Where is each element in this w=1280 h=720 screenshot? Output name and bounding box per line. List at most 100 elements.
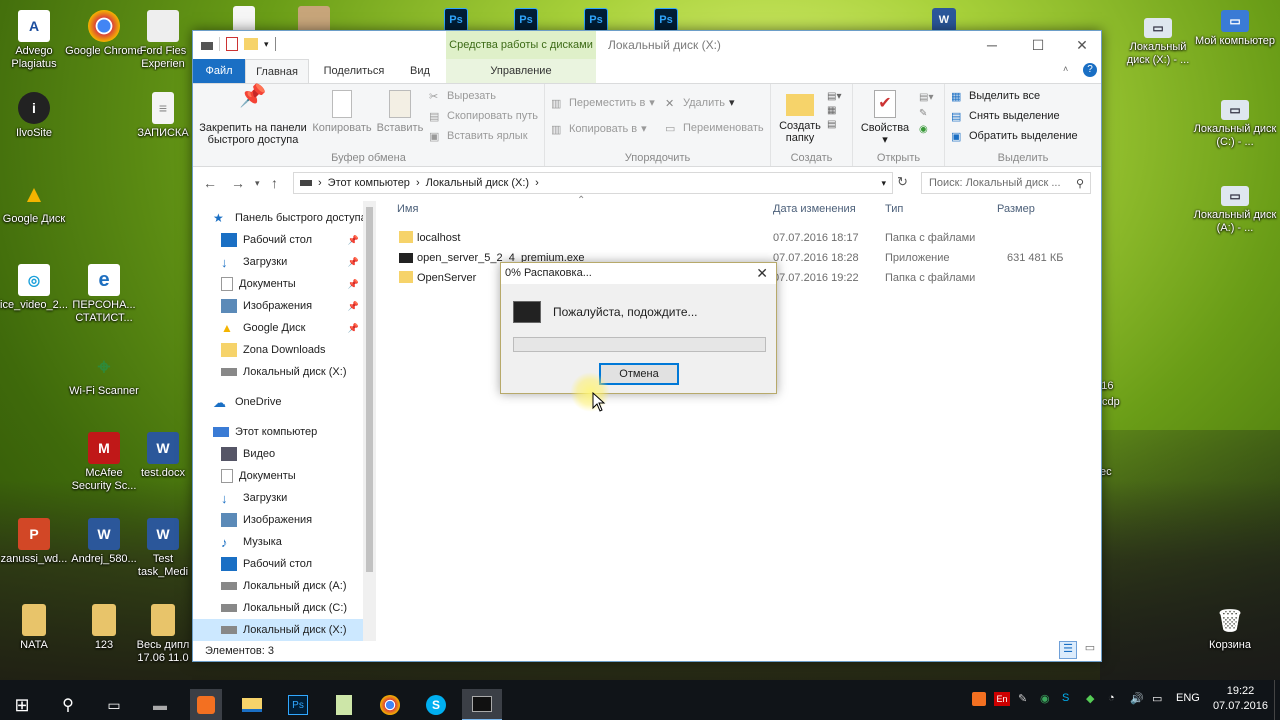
nav-item[interactable]: Локальный диск (A:) [221,575,363,597]
rename-button[interactable]: ▭ Переименовать [665,122,764,135]
desktop-icon[interactable]: Wtest.docx [132,432,194,480]
large-icons-view-icon[interactable]: ▭ [1081,641,1099,659]
desktop-icon[interactable]: ▲ Google Диск [0,178,74,226]
select-all-button[interactable]: ▦ Выделить все [951,90,1040,103]
new-folder-qat-icon[interactable] [244,38,258,50]
breadcrumb-root[interactable]: Этот компьютер [328,177,410,189]
column-type[interactable]: Тип [885,203,903,215]
tab-manage[interactable]: Управление [446,59,596,83]
nav-item[interactable]: ↓ Загрузки [221,487,363,509]
new-item-icons[interactable]: ▤▾ ▦ ▤ [827,90,841,132]
desktop-icon[interactable]: A Advego Plagiatus [0,10,74,71]
nav-item[interactable]: Видео [221,443,363,465]
desktop-icon[interactable]: ⌖ Wi-Fi Scanner [64,350,144,398]
desktop-icon[interactable]: ▭ Локальный диск (C:) - ... [1190,100,1280,149]
dialog-close-button[interactable]: ✕ [756,265,768,282]
nav-scrollbar[interactable] [363,201,376,641]
tab-file[interactable]: Файл [193,59,245,83]
column-name[interactable]: Имя [397,203,418,215]
nav-item[interactable]: Изображения [221,509,363,531]
pin-button[interactable]: 📌 Закрепить на панели быстрого доступа [197,85,309,147]
properties-qat-icon[interactable] [226,37,238,51]
language-indicator[interactable]: ENG [1176,692,1200,704]
nav-item[interactable]: Изображения 📌 [221,295,363,317]
nav-item[interactable]: Zona Downloads [221,339,363,361]
desktop-icon[interactable]: ≡ ЗАПИСКА [132,92,194,140]
tray-app2-icon[interactable]: ◆ [1086,692,1094,705]
nav-item[interactable]: Локальный диск (C:) [221,597,363,619]
search-icon[interactable]: ⚲ [52,689,84,720]
delete-button[interactable]: ✕ Удалить ▾ [665,96,735,110]
desktop-icon[interactable]: ▭ Мой компьютер [1190,10,1280,48]
address-dropdown-icon[interactable]: ▾ [881,178,886,189]
cut-button[interactable]: ✂ Вырезать [429,90,496,103]
nav-item[interactable]: Рабочий стол 📌 [221,229,363,251]
address-bar[interactable]: › Этот компьютер › Локальный диск (X:) ›… [293,172,893,194]
nav-item[interactable]: ▲ Google Диск 📌 [221,317,363,339]
photoshop-taskbar-icon[interactable]: Ps [282,689,314,720]
desktop-icon[interactable]: e ПЕРСОНА... СТАТИСТ... [64,264,144,325]
tray-skype-icon[interactable]: S [1062,692,1069,704]
minimize-button[interactable]: ─ [969,31,1015,59]
copy-button[interactable]: Копировать [311,88,373,134]
paste-button[interactable]: Вставить [375,88,425,134]
desktop-icon[interactable]: ▭ Локальный диск (X:) - ... [1118,18,1198,67]
scrollbar-thumb[interactable] [366,207,373,572]
nav-item[interactable]: Документы [221,465,363,487]
tab-share[interactable]: Поделиться [313,59,395,83]
nav-item[interactable]: Рабочий стол [221,553,363,575]
new-folder-button[interactable]: Создать папку [775,88,825,144]
recent-locations-icon[interactable]: ▾ [255,178,260,189]
tray-pen-icon[interactable]: ✎ [1018,692,1027,705]
skype-taskbar-icon[interactable]: S [420,689,452,720]
chrome-taskbar-icon[interactable] [374,689,406,720]
copy-to-button[interactable]: ▥ Копировать в ▾ [551,122,647,136]
cancel-button[interactable]: Отмена [599,363,679,385]
nav-item[interactable]: ♪ Музыка [221,531,363,553]
windows-start-icon[interactable]: ⊞ [6,689,38,720]
file-row[interactable]: localhost 07.07.2016 18:17 Папка с файла… [393,229,1093,249]
column-size[interactable]: Размер [997,203,1035,215]
breadcrumb-current[interactable]: Локальный диск (X:) [426,177,530,189]
forward-arrow-icon[interactable]: → [231,175,245,191]
notepad-taskbar-icon[interactable] [328,689,360,720]
desktop-icon[interactable]: ▭ Локальный диск (A:) - ... [1190,186,1280,235]
desktop-icon[interactable]: Ford Fies Experien [132,10,194,71]
desktop-icon[interactable]: NATA [0,604,74,652]
help-icon[interactable]: ? [1083,63,1097,77]
desktop-icon[interactable]: ◎ ice_video_2... [0,264,74,312]
file-explorer-taskbar-icon[interactable] [236,689,268,720]
invert-selection-button[interactable]: ▣ Обратить выделение [951,130,1078,143]
show-desktop-button[interactable] [1274,680,1280,720]
select-none-button[interactable]: ▤ Снять выделение [951,110,1060,123]
desktop-icon[interactable]: 🗑 Корзина [1190,604,1270,652]
search-input[interactable]: Поиск: Локальный диск ... ⚲ [921,172,1091,194]
maximize-button[interactable]: ☐ [1015,31,1061,59]
console-taskbar-icon[interactable] [462,689,502,720]
ribbon-collapse-icon[interactable]: ˄ [1063,64,1068,74]
wifi-icon[interactable]: ◔ [1108,692,1115,704]
task-view-icon[interactable]: ▭ [98,689,130,720]
desktop-icon[interactable]: W Test task_Medi [132,518,194,579]
open-item-icons[interactable]: ▤▾ ✎ ◉ [919,90,933,138]
tab-home[interactable]: Главная [245,59,309,83]
desktop-icon[interactable]: Весь дипл 17.06 11.0 [132,604,194,665]
details-view-icon[interactable]: ☰ [1059,641,1077,659]
tray-app-icon[interactable] [972,692,986,706]
taskbar-app-active[interactable] [190,689,222,720]
nav-quick-access[interactable]: ★ Панель быстрого доступа [213,207,376,229]
nav-item[interactable]: ↓ Загрузки 📌 [221,251,363,273]
qat-dropdown-icon[interactable]: ▾ [264,39,269,50]
app-icon[interactable]: ▬ [144,689,176,720]
nav-item[interactable]: Локальный диск (X:) [221,361,363,383]
nav-onedrive[interactable]: ☁ OneDrive [213,391,376,413]
battery-icon[interactable]: ▭ [1152,692,1162,705]
back-arrow-icon[interactable]: ← [203,175,217,191]
paste-shortcut-button[interactable]: ▣ Вставить ярлык [429,130,528,143]
copy-path-button[interactable]: ▤ Скопировать путь [429,110,538,123]
tray-lang-icon[interactable]: En [994,692,1010,706]
tab-view[interactable]: Вид [399,59,441,83]
column-date[interactable]: Дата изменения [773,203,856,215]
tray-shield-icon[interactable]: ◉ [1040,692,1050,705]
desktop-icon[interactable]: i IlvoSite [0,92,74,140]
